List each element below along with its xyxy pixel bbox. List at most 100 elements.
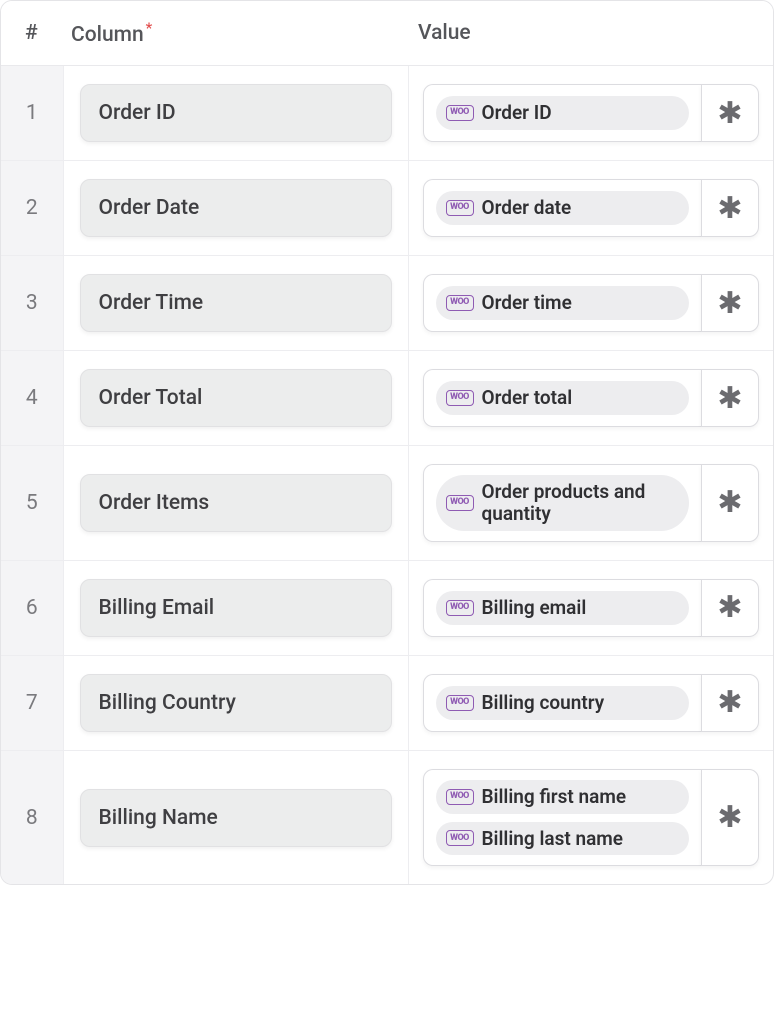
asterisk-icon: ✱ [717, 685, 742, 720]
table-row: 7 Billing Country WOO Billing country ✱ [1, 655, 773, 750]
woo-icon: WOO [446, 200, 474, 216]
asterisk-icon: ✱ [717, 800, 742, 835]
table-row: 3 Order Time WOOOrder time ✱ [1, 256, 773, 351]
value-tag[interactable]: WOO Billing last name [436, 822, 690, 856]
table-row: 6 Billing Email WOO Billing email ✱ [1, 560, 773, 655]
column-input[interactable]: Order Items [80, 474, 392, 532]
asterisk-icon: ✱ [717, 381, 742, 416]
value-tag-label: Order date [482, 197, 572, 219]
row-number: 4 [1, 351, 63, 446]
column-input[interactable]: Billing Name [80, 789, 392, 847]
table-row: 2 Order Date WOO Order date ✱ [1, 161, 773, 256]
value-cell: WOOOrder ID ✱ [408, 66, 773, 161]
row-number: 3 [1, 256, 63, 351]
value-tag-label: Billing country [482, 692, 605, 714]
column-input[interactable]: Order Date [80, 179, 392, 237]
row-number: 6 [1, 560, 63, 655]
mapping-table: # Column* Value 1Order IDWOOOrder ID✱2Or… [1, 1, 773, 884]
value-cell: WOO Billing country ✱ [408, 655, 773, 750]
row-action-button[interactable]: ✱ [701, 769, 759, 867]
asterisk-icon: ✱ [717, 286, 742, 321]
value-tag[interactable]: WOO Billing country [436, 686, 690, 720]
value-tag[interactable]: WOO Billing email [436, 591, 690, 625]
column-mapping-table: # Column* Value 1Order IDWOOOrder ID✱2Or… [0, 0, 774, 885]
woo-icon: WOO [446, 390, 474, 406]
header-num: # [1, 1, 63, 66]
column-cell: Billing Name [63, 750, 408, 884]
row-action-button[interactable]: ✱ [701, 674, 759, 732]
header-value: Value [408, 1, 773, 66]
woo-icon: WOO [446, 789, 474, 805]
column-input[interactable]: Billing Country [80, 674, 392, 732]
woo-icon: WOO [446, 495, 474, 511]
value-tag-label: Order total [482, 387, 573, 409]
value-row: WOO Order products and quantity ✱ [423, 464, 760, 542]
table-row: 8 Billing Name WOO Billing first name WOO Bil… [1, 750, 773, 884]
row-number: 8 [1, 750, 63, 884]
woo-icon: WOO [446, 600, 474, 616]
value-row: WOO Billing email ✱ [423, 579, 760, 637]
row-number: 2 [1, 161, 63, 256]
value-input[interactable]: WOOOrder time [423, 274, 702, 332]
header-column-label: Column [71, 23, 144, 47]
woo-icon: WOO [446, 295, 474, 311]
value-input[interactable]: WOO Order total [423, 369, 702, 427]
value-cell: WOO Order products and quantity ✱ [408, 446, 773, 561]
row-action-button[interactable]: ✱ [701, 274, 759, 332]
column-cell: Order Date [63, 161, 408, 256]
value-row: WOOOrder ID ✱ [423, 84, 760, 142]
value-cell: WOO Order total ✱ [408, 351, 773, 446]
value-input[interactable]: WOO Billing first name WOO Billing last nam… [423, 769, 702, 867]
asterisk-icon: ✱ [717, 191, 742, 226]
row-action-button[interactable]: ✱ [701, 179, 759, 237]
value-input[interactable]: WOO Billing country [423, 674, 702, 732]
value-cell: WOO Billing email ✱ [408, 560, 773, 655]
table-row: 4 Order Total WOO Order total ✱ [1, 351, 773, 446]
required-indicator: * [146, 19, 153, 37]
value-row: WOO Order date ✱ [423, 179, 760, 237]
column-cell: Order ID [63, 66, 408, 161]
column-input[interactable]: Order Time [80, 274, 392, 332]
value-tag-label: Billing last name [482, 828, 624, 850]
value-tag-label: Order products and quantity [482, 481, 674, 525]
table-row: 5 Order Items WOO Order products and quanti… [1, 446, 773, 561]
value-tag[interactable]: WOO Order date [436, 191, 690, 225]
value-input[interactable]: WOO Order products and quantity [423, 464, 702, 542]
value-cell: WOOOrder time ✱ [408, 256, 773, 351]
value-tag-label: Order ID [482, 102, 552, 124]
column-input[interactable]: Billing Email [80, 579, 392, 637]
column-cell: Order Time [63, 256, 408, 351]
row-action-button[interactable]: ✱ [701, 579, 759, 637]
woo-icon: WOO [446, 830, 474, 846]
value-input[interactable]: WOO Billing email [423, 579, 702, 637]
column-input[interactable]: Order Total [80, 369, 392, 427]
row-number: 7 [1, 655, 63, 750]
value-tag[interactable]: WOO Order products and quantity [436, 475, 690, 531]
value-tag[interactable]: WOOOrder time [436, 286, 690, 320]
value-tag[interactable]: WOO Billing first name [436, 780, 690, 814]
value-cell: WOO Order date ✱ [408, 161, 773, 256]
value-tag-label: Billing email [482, 597, 587, 619]
value-row: WOO Billing first name WOO Billing last nam… [423, 769, 760, 867]
row-action-button[interactable]: ✱ [701, 464, 759, 542]
value-cell: WOO Billing first name WOO Billing last nam… [408, 750, 773, 884]
value-input[interactable]: WOO Order date [423, 179, 702, 237]
column-cell: Order Total [63, 351, 408, 446]
value-tag[interactable]: WOO Order total [436, 381, 690, 415]
asterisk-icon: ✱ [717, 485, 742, 520]
column-cell: Billing Country [63, 655, 408, 750]
row-number: 1 [1, 66, 63, 161]
row-action-button[interactable]: ✱ [701, 84, 759, 142]
value-input[interactable]: WOOOrder ID [423, 84, 702, 142]
value-tag[interactable]: WOOOrder ID [436, 96, 690, 130]
value-row: WOOOrder time ✱ [423, 274, 760, 332]
column-cell: Billing Email [63, 560, 408, 655]
value-row: WOO Order total ✱ [423, 369, 760, 427]
woo-icon: WOO [446, 695, 474, 711]
row-action-button[interactable]: ✱ [701, 369, 759, 427]
column-input[interactable]: Order ID [80, 84, 392, 142]
row-number: 5 [1, 446, 63, 561]
value-tag-label: Billing first name [482, 786, 627, 808]
asterisk-icon: ✱ [717, 590, 742, 625]
column-cell: Order Items [63, 446, 408, 561]
